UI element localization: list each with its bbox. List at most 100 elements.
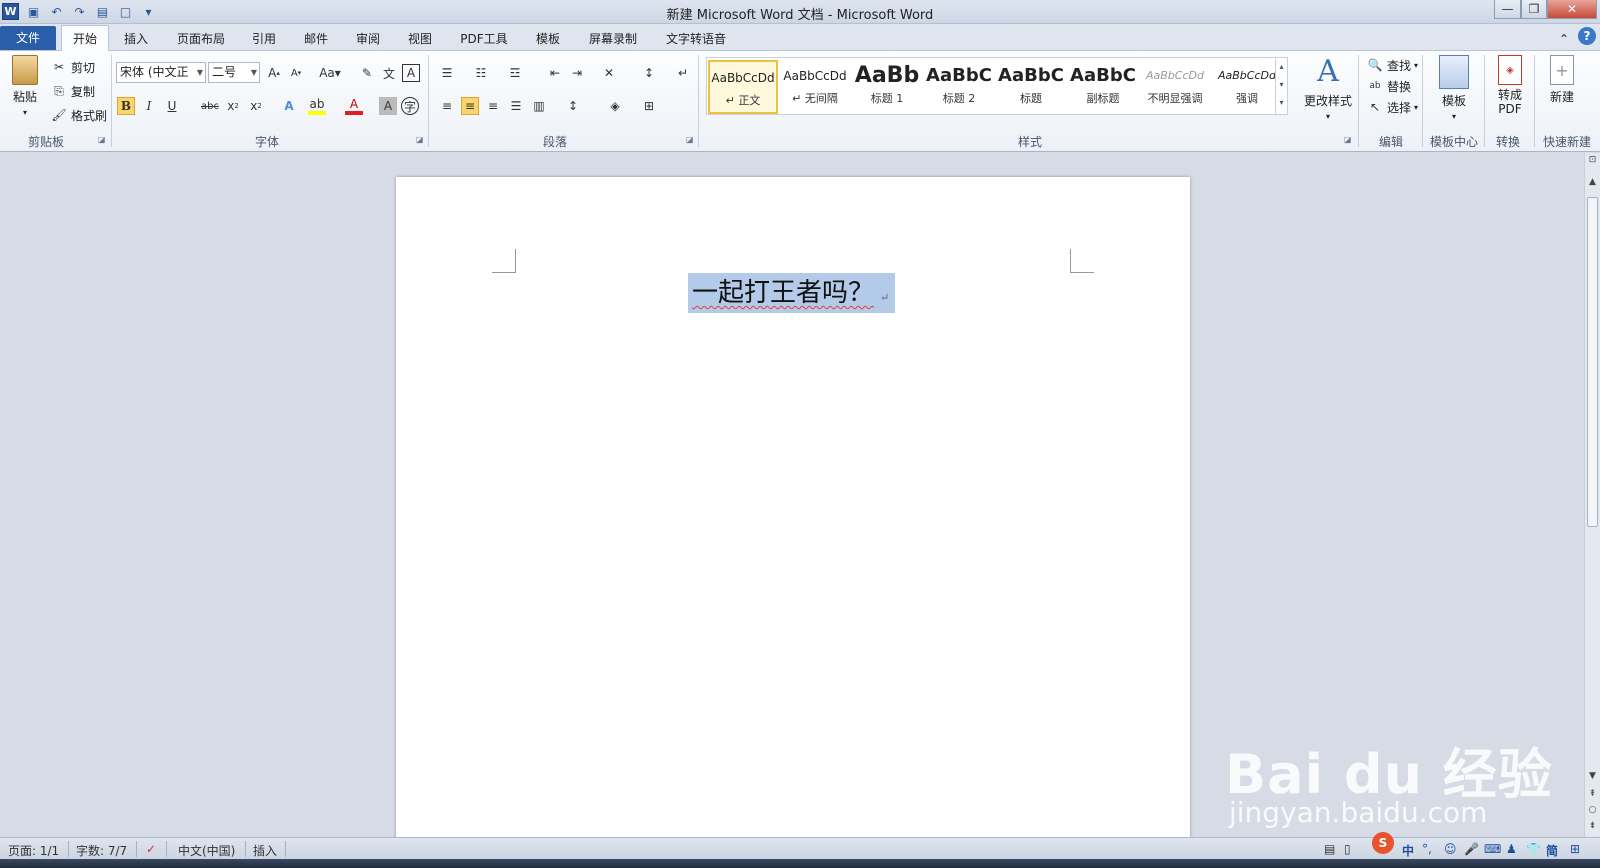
user-icon[interactable]: ♟	[1506, 842, 1517, 856]
microphone-icon[interactable]: 🎤	[1464, 842, 1479, 856]
selected-text-line[interactable]: 一起打王者吗？ ↵	[688, 273, 896, 313]
gallery-scroll[interactable]: ▴ ▾ ▾	[1275, 58, 1287, 114]
tab-home[interactable]: 开始	[61, 25, 109, 52]
scroll-up-icon[interactable]: ▲	[1585, 177, 1600, 187]
borders-button[interactable]: ⊞	[640, 97, 658, 115]
format-painter-button[interactable]: 🖌 格式刷	[50, 106, 107, 124]
change-case-button[interactable]: Aa▾	[318, 64, 342, 82]
style-subtitle[interactable]: AaBbC 副标题	[1068, 60, 1138, 114]
grid-menu-icon[interactable]: ⊞	[1570, 842, 1580, 856]
bullets-button[interactable]: ☰	[438, 64, 456, 82]
char-shading-button[interactable]: A	[379, 97, 397, 115]
char-border-button[interactable]: A	[402, 64, 420, 82]
underline-button[interactable]: U	[163, 97, 181, 115]
vertical-scrollbar[interactable]: ⊡ ▲ ▼ ⇞ ○ ⇟	[1584, 153, 1600, 837]
scroll-down-icon[interactable]: ▼	[1585, 771, 1600, 781]
style-no-spacing[interactable]: AaBbCcDd ↵ 无间隔	[780, 60, 850, 114]
proofing-icon[interactable]: ✓	[146, 842, 156, 856]
tab-review[interactable]: 审阅	[348, 28, 388, 50]
tab-pdf-tools[interactable]: PDF工具	[452, 28, 516, 50]
multilevel-list-button[interactable]: ☲	[506, 64, 524, 82]
style-title[interactable]: AaBbC 标题	[996, 60, 1066, 114]
font-color-button[interactable]: A	[345, 97, 363, 115]
phonetic-guide-button[interactable]: 文	[380, 64, 398, 82]
language[interactable]: 中文(中国)	[178, 842, 235, 859]
line-spacing-button[interactable]: ↕	[564, 97, 582, 115]
ruler-toggle-icon[interactable]: ⊡	[1585, 155, 1600, 165]
tab-text-to-speech[interactable]: 文字转语音	[656, 28, 736, 50]
subscript-button[interactable]: x2	[224, 97, 242, 115]
tab-templates[interactable]: 模板	[528, 28, 568, 50]
quick-new-button[interactable]: + 新建	[1540, 55, 1584, 105]
tab-view[interactable]: 视图	[400, 28, 440, 50]
style-subtle-emphasis[interactable]: AaBbCcDd 不明显强调	[1140, 60, 1210, 114]
style-heading-1[interactable]: AaBb 标题 1	[852, 60, 922, 114]
font-launcher-icon[interactable]: ◪	[416, 135, 424, 144]
replace-button[interactable]: ab 替换	[1366, 77, 1411, 95]
paste-button[interactable]: 粘贴 ▾	[8, 55, 42, 117]
sort-button[interactable]: ↕	[640, 64, 658, 82]
convert-pdf-button[interactable]: ◈ 转成 PDF	[1490, 55, 1530, 116]
distribute-button[interactable]: ▥	[530, 97, 548, 115]
find-button[interactable]: 🔍 查找 ▾	[1366, 56, 1419, 74]
tab-page-layout[interactable]: 页面布局	[168, 28, 234, 50]
strikethrough-button[interactable]: abc	[199, 97, 221, 115]
shirt-icon[interactable]: 👕	[1526, 842, 1541, 856]
italic-button[interactable]: I	[140, 97, 158, 115]
align-right-button[interactable]: ≡	[484, 97, 502, 115]
bold-button[interactable]: B	[117, 97, 135, 115]
cut-button[interactable]: ✂ 剪切	[50, 58, 95, 76]
word-count[interactable]: 字数: 7/7	[76, 842, 127, 859]
help-icon[interactable]: ?	[1578, 27, 1596, 45]
paragraph-launcher-icon[interactable]: ◪	[686, 135, 694, 144]
ime-chinese-mode[interactable]: 中	[1402, 842, 1414, 859]
browse-object-icon[interactable]: ○	[1585, 805, 1600, 815]
highlight-button[interactable]: ab	[308, 97, 326, 115]
clipboard-launcher-icon[interactable]: ◪	[98, 135, 106, 144]
tab-mailings[interactable]: 邮件	[296, 28, 336, 50]
justify-button[interactable]: ☰	[507, 97, 525, 115]
tab-file[interactable]: 文件	[0, 26, 56, 50]
template-button[interactable]: 模板 ▾	[1432, 55, 1476, 121]
select-button[interactable]: ↖ 选择 ▾	[1366, 98, 1418, 116]
document-page[interactable]: 一起打王者吗？ ↵	[396, 177, 1190, 837]
grow-font-button[interactable]: A ▴	[265, 64, 283, 82]
shrink-font-button[interactable]: A ▾	[287, 64, 305, 82]
align-center-button[interactable]: ≡	[461, 97, 479, 115]
style-emphasis[interactable]: AaBbCcDd 强调	[1212, 60, 1282, 114]
style-normal[interactable]: AaBbCcDd ↵ 正文	[708, 60, 778, 114]
show-marks-button[interactable]: ↵	[674, 64, 692, 82]
tab-screen-record[interactable]: 屏幕录制	[580, 28, 646, 50]
shading-button[interactable]: ◈	[606, 97, 624, 115]
superscript-button[interactable]: x2	[247, 97, 265, 115]
style-heading-2[interactable]: AaBbC 标题 2	[924, 60, 994, 114]
numbering-button[interactable]: ☷	[472, 64, 490, 82]
increase-indent-button[interactable]: ⇥	[568, 64, 586, 82]
text-effects-button[interactable]: A	[280, 97, 298, 115]
decrease-indent-button[interactable]: ⇤	[546, 64, 564, 82]
tab-references[interactable]: 引用	[244, 28, 284, 50]
copy-button[interactable]: ⎘ 复制	[50, 82, 95, 100]
page-count[interactable]: 页面: 1/1	[8, 842, 59, 859]
chinese-layout-button[interactable]: ✕	[600, 64, 618, 82]
minimize-button[interactable]: —	[1494, 0, 1521, 19]
clear-format-button[interactable]: ✎	[358, 64, 376, 82]
enclose-char-button[interactable]: 字	[401, 97, 419, 115]
font-size-combo[interactable]: 二号 ▼	[208, 62, 260, 83]
next-page-icon[interactable]: ⇟	[1585, 821, 1600, 831]
insert-mode[interactable]: 插入	[253, 842, 277, 859]
close-button[interactable]: ✕	[1547, 0, 1597, 19]
reading-view-icon[interactable]: ▯	[1344, 842, 1351, 856]
keyboard-icon[interactable]: ⌨	[1484, 842, 1501, 856]
print-layout-view-icon[interactable]: ▤	[1324, 842, 1335, 856]
align-left-button[interactable]: ≡	[438, 97, 456, 115]
simplified-icon[interactable]: 简	[1546, 842, 1558, 859]
styles-launcher-icon[interactable]: ◪	[1344, 135, 1352, 144]
change-styles-button[interactable]: A 更改样式 ▾	[1300, 55, 1356, 122]
tab-insert[interactable]: 插入	[114, 28, 158, 50]
emoji-icon[interactable]: ☺	[1444, 842, 1457, 856]
sogou-ime-icon[interactable]: S	[1372, 832, 1394, 854]
maximize-button[interactable]: ❐	[1521, 0, 1547, 19]
scroll-thumb[interactable]	[1587, 197, 1598, 527]
punctuation-icon[interactable]: °,	[1422, 842, 1432, 856]
